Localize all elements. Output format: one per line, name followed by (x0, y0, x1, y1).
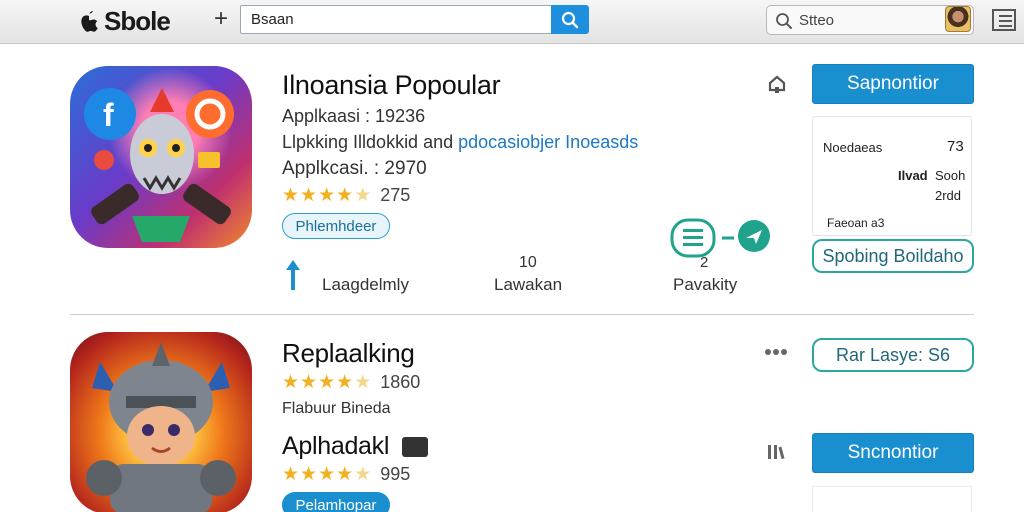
star-icon: ★ (282, 463, 300, 485)
rating-count: 995 (380, 464, 411, 484)
star-icon: ★ (282, 371, 300, 393)
app-title-secondary[interactable]: Aplhadakl (282, 432, 428, 461)
rating-count: 275 (380, 185, 411, 205)
price-button[interactable]: Rar Lasye: S6 (812, 338, 974, 372)
star-icon: ★ (300, 463, 318, 485)
star-icon: ★ (336, 184, 354, 206)
avatar[interactable] (945, 6, 971, 32)
stat-label: Pavakity (673, 275, 738, 294)
description-link[interactable]: pdocasiobjer Inoeasds (458, 132, 638, 152)
star-icon: ★ (318, 184, 336, 206)
store-search-text: Stteo (799, 12, 835, 29)
rating-stars: ★ ★ ★ ★ ★ 1860 (282, 372, 420, 393)
info-card: Noedaeas 73 Ilvad Sooh 2rdd Faeoan a3 (812, 116, 972, 236)
knight-artwork-icon (86, 342, 236, 512)
app-title[interactable]: Ilnoansia Popoular (282, 70, 501, 101)
magnifier-icon (776, 13, 792, 29)
description-text: Llpkking Illdokkid and (282, 132, 459, 152)
search-button[interactable] (551, 5, 589, 34)
info-card (812, 486, 972, 512)
rating-count: 1860 (380, 372, 421, 392)
star-half-icon: ★ (354, 184, 372, 206)
apple-icon (81, 10, 98, 32)
app-subtitle: Flabuur Bineda (282, 400, 391, 417)
info-footer: Faeoan a3 (827, 216, 885, 230)
search-icon (561, 11, 579, 28)
app-meta-line-2: Applkcasi. : 2970 (282, 158, 427, 179)
info-mid: Sooh (935, 168, 966, 183)
library-icon[interactable] (766, 442, 788, 462)
share-icons-group[interactable] (670, 218, 774, 260)
info-label: Noedaeas (823, 140, 883, 155)
star-icon: ★ (300, 184, 318, 206)
stat-label: Lawakan (494, 275, 563, 294)
info-mid: Ilvad (898, 168, 928, 183)
info-value: 73 (947, 138, 964, 155)
stat-value: 2 (700, 254, 709, 271)
primary-action-button[interactable]: Sncnontior (812, 433, 974, 473)
secondary-action-button[interactable]: Spobing Boildaho (812, 239, 974, 273)
arrow-up-icon (286, 260, 300, 290)
menu-icon[interactable] (992, 9, 1016, 31)
bell-icon[interactable] (766, 74, 788, 96)
app-icon-knight[interactable] (70, 332, 252, 512)
primary-action-button[interactable]: Sapnontior (812, 64, 974, 104)
rating-stars: ★ ★ ★ ★ ★ 275 (282, 185, 410, 206)
app-title[interactable]: Replaalking (282, 338, 415, 369)
star-half-icon: ★ (354, 371, 372, 393)
star-half-icon: ★ (354, 463, 372, 485)
divider (70, 314, 974, 315)
badge-icon (401, 437, 428, 458)
app-meta-line: Applkaasi : 19236 (282, 106, 426, 126)
star-icon: ★ (336, 371, 354, 393)
star-icon: ★ (318, 371, 336, 393)
store-search-field[interactable]: Stteo (766, 5, 974, 35)
star-icon: ★ (318, 463, 336, 485)
info-mid: 2rdd (935, 188, 962, 203)
search-input[interactable] (240, 5, 552, 34)
more-icon[interactable] (764, 346, 788, 358)
category-tag[interactable]: Phlemhdeer (282, 213, 390, 239)
app-icon-monster[interactable]: f (70, 66, 252, 248)
stat-value: 10 (519, 254, 537, 271)
stat-label: Laagdelmly (322, 275, 409, 294)
svg-text:f: f (103, 97, 114, 133)
star-icon: ★ (336, 463, 354, 485)
app-description: Llpkking Illdokkid and pdocasiobjer Inoe… (282, 132, 722, 153)
monster-artwork-icon: f (84, 88, 234, 242)
star-icon: ★ (282, 184, 300, 206)
star-icon: ★ (300, 371, 318, 393)
brand-name: Sbole (104, 6, 171, 36)
category-tag[interactable]: Pelamhopar (282, 492, 390, 512)
rating-stars: ★ ★ ★ ★ ★ 995 (282, 464, 410, 485)
store-logo[interactable]: Sbole (76, 6, 171, 37)
top-bar: Sbole + Stteo (0, 0, 1024, 44)
add-icon[interactable]: + (214, 6, 228, 32)
app-title-secondary-text: Aplhadakl (282, 432, 390, 460)
